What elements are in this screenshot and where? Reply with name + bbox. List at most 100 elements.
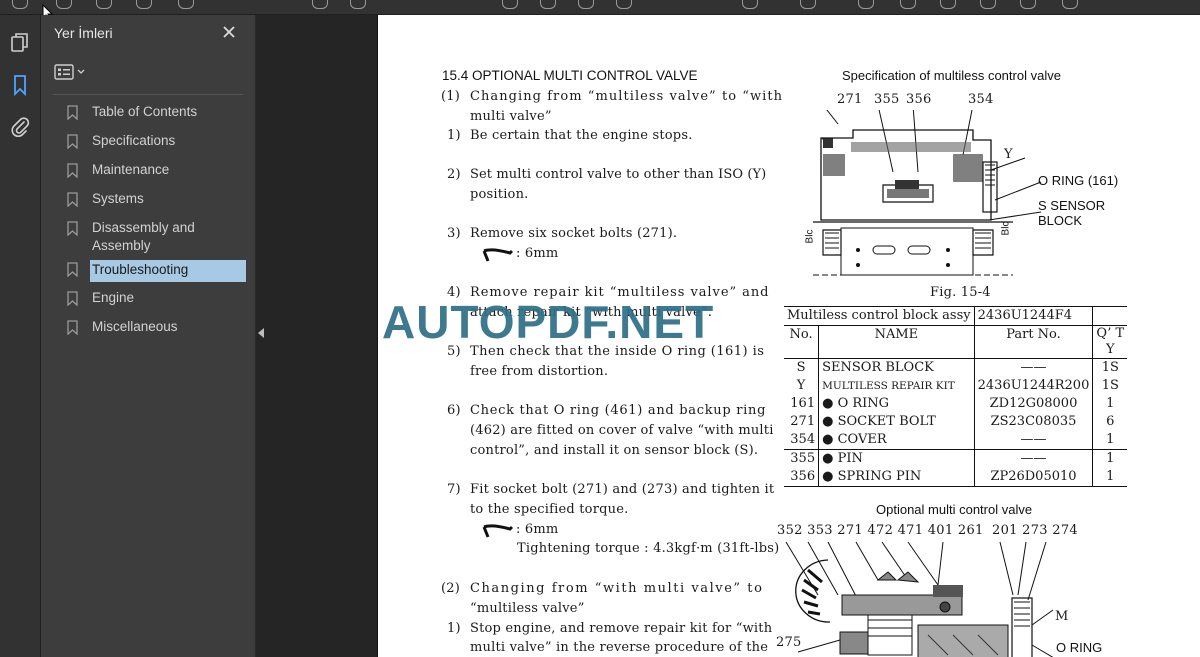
bookmark-label: Table of Contents [92, 104, 198, 119]
table-cell: —— [974, 358, 1094, 377]
section-heading: 15.4 OPTIONAL MULTI CONTROL VALVE [442, 68, 698, 83]
table-cell: 1S [1101, 378, 1119, 393]
wrench-icon [482, 248, 514, 262]
bookmark-icon [67, 105, 78, 120]
table-cell: ● COVER [818, 431, 975, 450]
fit-icon[interactable] [742, 0, 758, 9]
part-label: 354 [968, 92, 994, 107]
close-icon[interactable] [219, 22, 239, 42]
table-cell: 6 [1106, 414, 1115, 429]
step-text: free from distortion. [470, 364, 609, 379]
toolbar [0, 0, 1200, 15]
table-cell: 1 [1106, 396, 1115, 411]
table-row: 354 ● COVER —— 1 [784, 431, 1127, 450]
cursor-icon[interactable] [502, 0, 518, 9]
part-label: O RING (161) [1038, 173, 1119, 188]
bookmark-item-specifications[interactable]: Specifications [67, 132, 242, 154]
highlight-icon[interactable] [858, 0, 874, 9]
step-text: Set multi control valve to other than IS… [470, 167, 767, 182]
bookmark-add-icon[interactable] [56, 0, 72, 9]
bookmark-label: Maintenance [92, 162, 170, 177]
prev-page-icon[interactable] [312, 0, 328, 9]
step-text: to the specified torque. [470, 502, 629, 517]
step-number: (1) [441, 89, 461, 104]
save-icon[interactable] [1020, 0, 1036, 9]
bookmark-icon[interactable] [6, 71, 34, 99]
part-labels: 352 353 271 472 471 401 261 [777, 523, 984, 538]
bookmark-item-miscellaneous[interactable]: Miscellaneous [67, 318, 242, 340]
share-icon[interactable] [940, 0, 956, 9]
bookmark-label: Troubleshooting [90, 260, 246, 282]
step-text: (462) are fitted on cover of valve “with… [470, 423, 774, 438]
table-cell: MULTILESS REPAIR KIT [818, 377, 975, 395]
table-row: 271 ● SOCKET BOLT ZS23C08035 6 [784, 413, 1127, 431]
step-number: 3) [447, 226, 461, 241]
bookmark-icon [67, 134, 78, 149]
table-cell: 1S [1101, 360, 1119, 375]
comment-icon[interactable] [800, 0, 816, 9]
table-cell: ● SOCKET BOLT [818, 413, 975, 431]
step-text: Stop engine, and remove repair kit for “… [470, 621, 773, 636]
bookmark-icon [67, 291, 78, 306]
bookmark-item-engine[interactable]: Engine [67, 289, 242, 311]
bookmark-label: Specifications [92, 133, 176, 148]
bookmark-options-icon [54, 64, 85, 80]
watermark: AUTOPDF.NET [382, 296, 715, 348]
bookmark-item-table-of-contents[interactable]: Table of Contents [67, 103, 242, 125]
table-cell: 1 [1106, 469, 1115, 484]
step-text: Changing from “with multi valve” to [470, 581, 764, 596]
bookmark-item-disassembly-and-assembly[interactable]: Disassembly and Assembly [67, 219, 242, 253]
bookmark-options-button[interactable] [53, 61, 89, 83]
bookmark-icon [67, 221, 78, 236]
search-icon[interactable] [178, 0, 194, 9]
table-cell: ZP26D05010 [974, 468, 1094, 487]
step-text: Changing from “multiless valve” to “with [470, 89, 784, 104]
zoom-in-icon[interactable] [616, 0, 632, 9]
step-number: (2) [441, 581, 461, 596]
table-title: Multiless control block assy [784, 306, 975, 326]
step-number: 1) [447, 621, 461, 636]
table-cell: ZS23C08035 [974, 413, 1094, 431]
tools-icon[interactable] [980, 0, 996, 9]
table-header: NAME [818, 325, 975, 359]
next-page-icon[interactable] [350, 0, 366, 9]
multi-control-valve-drawing [785, 541, 1054, 657]
print-icon[interactable] [136, 0, 152, 9]
bookmark-label: Disassembly and Assembly [92, 220, 195, 253]
table-cell: Y [784, 377, 820, 395]
attachment-icon[interactable] [6, 113, 34, 141]
table-row: Y MULTILESS REPAIR KIT 2436U1244R200 1S [784, 377, 1127, 395]
step-text: position. [470, 187, 529, 202]
part-label: 271 [837, 92, 863, 107]
table-cell: ZD12G08000 [974, 395, 1094, 413]
zoom-out-icon[interactable] [578, 0, 594, 9]
table-cell: 271 [784, 413, 820, 431]
bookmark-item-maintenance[interactable]: Maintenance [67, 161, 242, 183]
table-cell: 354 [784, 431, 820, 450]
torque-spec: Tightening torque : 4.3kgf·m (31ft-lbs) [517, 541, 780, 556]
step-number: 7) [447, 482, 461, 497]
valve-cross-section-drawing [813, 110, 1042, 276]
table-cell: —— [974, 449, 1094, 468]
more-icon[interactable] [1062, 0, 1078, 9]
pages-icon[interactable] [6, 29, 34, 57]
figure-title: Specification of multiless control valve [842, 68, 1061, 83]
bookmark-icon [67, 262, 78, 277]
table-cell: 2436U1244R200 [974, 377, 1094, 395]
upload-icon[interactable] [96, 0, 112, 9]
step-text: “multiless valve” [470, 601, 585, 616]
table-cell: 1 [1106, 432, 1115, 447]
bookmarks-panel: Yer İmleri Table of Contents Specificati… [41, 15, 256, 657]
menu-icon[interactable] [12, 0, 28, 9]
panel-divider [53, 94, 243, 95]
navigation-rail [0, 15, 41, 657]
bookmark-item-troubleshooting[interactable]: Troubleshooting [67, 260, 246, 282]
step-text: Fit socket bolt (271) and (273) and tigh… [470, 482, 775, 497]
collapse-panel-icon[interactable] [258, 328, 264, 338]
bookmark-label: Engine [92, 290, 135, 305]
bookmark-item-systems[interactable]: Systems [67, 190, 242, 212]
table-cell: 1 [1106, 451, 1115, 466]
sign-icon[interactable] [900, 0, 916, 9]
part-label: BLOCK [1038, 213, 1083, 228]
hand-icon[interactable] [540, 0, 556, 9]
